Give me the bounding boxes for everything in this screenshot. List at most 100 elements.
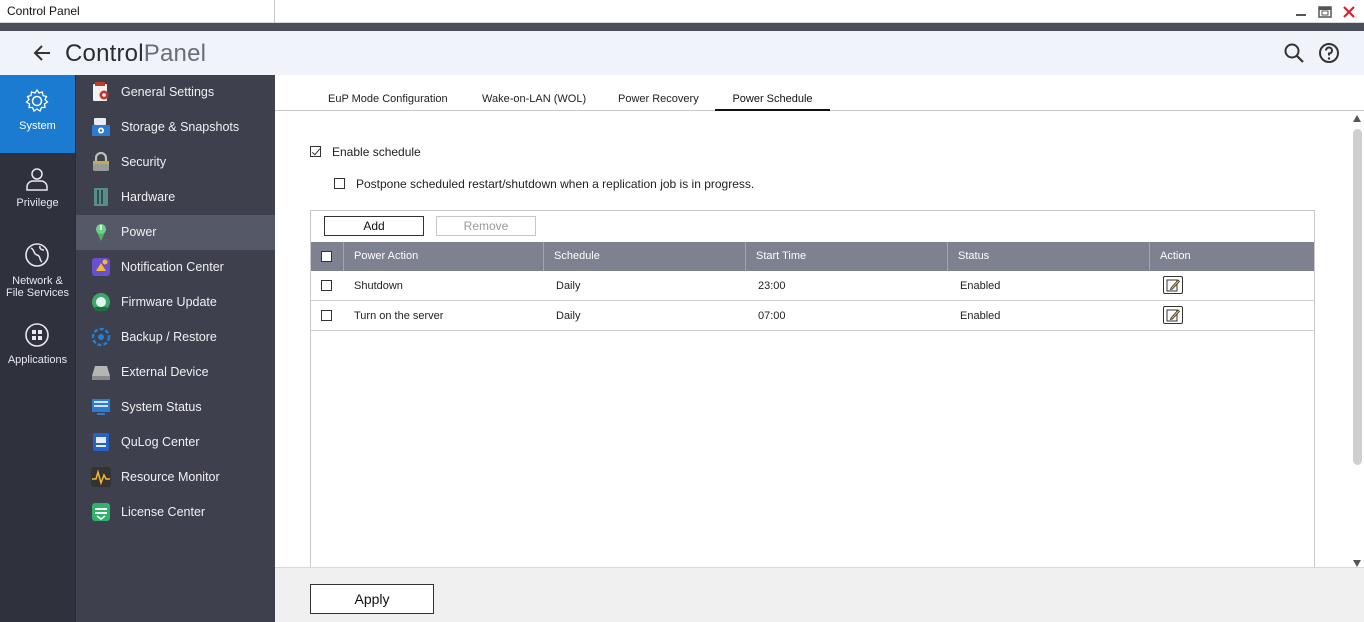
- tab-eup-mode[interactable]: EuP Mode Configuration: [328, 93, 448, 111]
- content-scrollbar[interactable]: [1352, 115, 1363, 567]
- postpone-label: Postpone scheduled restart/shutdown when…: [356, 177, 755, 191]
- title-light-part: Panel: [143, 40, 207, 67]
- enable-schedule-label: Enable schedule: [332, 145, 421, 159]
- rail-label-system: System: [19, 120, 56, 132]
- app-header: ControlPanel: [0, 31, 1364, 75]
- subnav-label: General Settings: [121, 85, 215, 99]
- rail-item-system[interactable]: System: [0, 75, 75, 153]
- scroll-down-arrow-icon[interactable]: [1353, 560, 1361, 567]
- page-title: ControlPanel: [65, 40, 206, 68]
- back-button[interactable]: [30, 41, 56, 65]
- cell-power-action: Shutdown: [354, 280, 403, 292]
- apply-button[interactable]: Apply: [310, 584, 434, 614]
- storage-icon: [92, 118, 110, 136]
- column-action: Action: [1160, 250, 1191, 262]
- lock-icon: [93, 152, 109, 171]
- restore-button[interactable]: [1316, 3, 1334, 21]
- subnav-item-notification-center[interactable]: Notification Center: [76, 250, 276, 285]
- help-button[interactable]: [1318, 42, 1340, 64]
- hardware-icon: [94, 188, 108, 206]
- scroll-up-arrow-icon[interactable]: [1353, 115, 1361, 122]
- postpone-checkbox[interactable]: [334, 178, 345, 189]
- select-all-cell: [311, 242, 344, 271]
- edit-icon: [1166, 279, 1180, 292]
- row-checkbox[interactable]: [321, 310, 332, 321]
- subnav-item-system-status[interactable]: System Status: [76, 390, 276, 425]
- subnav-label: Hardware: [121, 190, 176, 204]
- search-button[interactable]: [1283, 42, 1305, 64]
- column-schedule[interactable]: Schedule: [544, 242, 746, 271]
- subnav-item-storage-snapshots[interactable]: Storage & Snapshots: [76, 110, 276, 145]
- minimize-button[interactable]: [1292, 3, 1310, 21]
- subnav-item-security[interactable]: Security: [76, 145, 276, 180]
- select-all-checkbox[interactable]: [321, 251, 332, 262]
- search-icon: [1284, 43, 1304, 63]
- rail-item-applications[interactable]: Applications: [0, 319, 75, 397]
- column-power-action[interactable]: Power Action: [344, 242, 544, 271]
- globe-icon: [25, 243, 49, 267]
- subnav-item-license-center[interactable]: License Center: [76, 495, 276, 530]
- tab-power-recovery[interactable]: Power Recovery: [618, 93, 699, 111]
- cell-start-time: 23:00: [758, 280, 786, 292]
- edit-button[interactable]: [1163, 276, 1183, 294]
- subnav-item-power[interactable]: Power: [76, 215, 276, 250]
- cell-schedule: Daily: [556, 280, 581, 292]
- schedule-table-panel: Add Remove Power Action Schedule Start T…: [310, 210, 1315, 570]
- resource-monitor-icon: [91, 467, 111, 487]
- power-tabs: EuP Mode Configuration Wake-on-LAN (WOL)…: [275, 75, 1364, 111]
- tab-power-schedule[interactable]: Power Schedule: [715, 93, 830, 111]
- subnav-label: Resource Monitor: [121, 470, 220, 484]
- cell-status: Enabled: [960, 280, 1001, 292]
- subnav-item-external-device[interactable]: External Device: [76, 355, 276, 390]
- subnav-label: Security: [121, 155, 167, 169]
- power-icon: [96, 224, 106, 241]
- general-settings-icon: [93, 82, 109, 101]
- table-header: Power Action Schedule Start Time Status …: [311, 242, 1314, 271]
- subnav-item-firmware-update[interactable]: Firmware Update: [76, 285, 276, 320]
- remove-button[interactable]: Remove: [436, 216, 536, 236]
- rail-label-applications: Applications: [7, 354, 68, 366]
- system-status-icon: [92, 399, 110, 415]
- category-rail: System Privilege Network & File Services…: [0, 75, 75, 622]
- title-bar: Control Panel: [0, 0, 1364, 23]
- edit-icon: [1166, 309, 1180, 322]
- column-status[interactable]: Status: [948, 242, 1150, 271]
- subnav-item-hardware[interactable]: Hardware: [76, 180, 276, 215]
- close-button[interactable]: [1340, 3, 1358, 21]
- external-device-icon: [92, 366, 110, 380]
- row-checkbox[interactable]: [321, 280, 332, 291]
- window-title: Control Panel: [7, 4, 80, 18]
- subnav-label: Backup / Restore: [121, 330, 217, 344]
- apps-grid-icon: [25, 323, 49, 347]
- qulog-icon: [93, 433, 109, 451]
- header-separator: [0, 23, 1364, 31]
- subnav-label: System Status: [121, 400, 202, 414]
- table-row[interactable]: Shutdown Daily 23:00 Enabled: [311, 271, 1314, 301]
- table-row[interactable]: Turn on the server Daily 07:00 Enabled: [311, 301, 1314, 331]
- rail-item-privilege[interactable]: Privilege: [0, 153, 75, 231]
- restore-icon: [1318, 6, 1332, 18]
- subnav-item-resource-monitor[interactable]: Resource Monitor: [76, 460, 276, 495]
- subnav-label: External Device: [121, 365, 209, 379]
- tab-wake-on-lan[interactable]: Wake-on-LAN (WOL): [482, 93, 586, 111]
- subnav-label: Power: [121, 225, 157, 239]
- cell-start-time: 07:00: [758, 310, 786, 322]
- subnav-label: Firmware Update: [121, 295, 217, 309]
- rail-label-network: Network & File Services: [6, 275, 69, 299]
- notification-icon: [92, 258, 110, 276]
- close-icon: [1343, 6, 1355, 18]
- subnav-label: QuLog Center: [121, 435, 200, 449]
- column-start-time[interactable]: Start Time: [746, 242, 948, 271]
- subnav-item-general-settings[interactable]: General Settings: [76, 75, 276, 110]
- scroll-thumb[interactable]: [1353, 129, 1362, 465]
- cell-schedule: Daily: [556, 310, 581, 322]
- enable-schedule-checkbox[interactable]: [310, 146, 321, 157]
- subnav-item-qulog-center[interactable]: QuLog Center: [76, 425, 276, 460]
- add-button[interactable]: Add: [324, 216, 424, 236]
- subnav-label: Notification Center: [121, 260, 224, 274]
- rail-item-network[interactable]: Network & File Services: [0, 231, 75, 319]
- subnav-item-backup-restore[interactable]: Backup / Restore: [76, 320, 276, 355]
- cell-power-action: Turn on the server: [354, 310, 444, 322]
- firmware-icon: [92, 293, 110, 311]
- edit-button[interactable]: [1163, 306, 1183, 324]
